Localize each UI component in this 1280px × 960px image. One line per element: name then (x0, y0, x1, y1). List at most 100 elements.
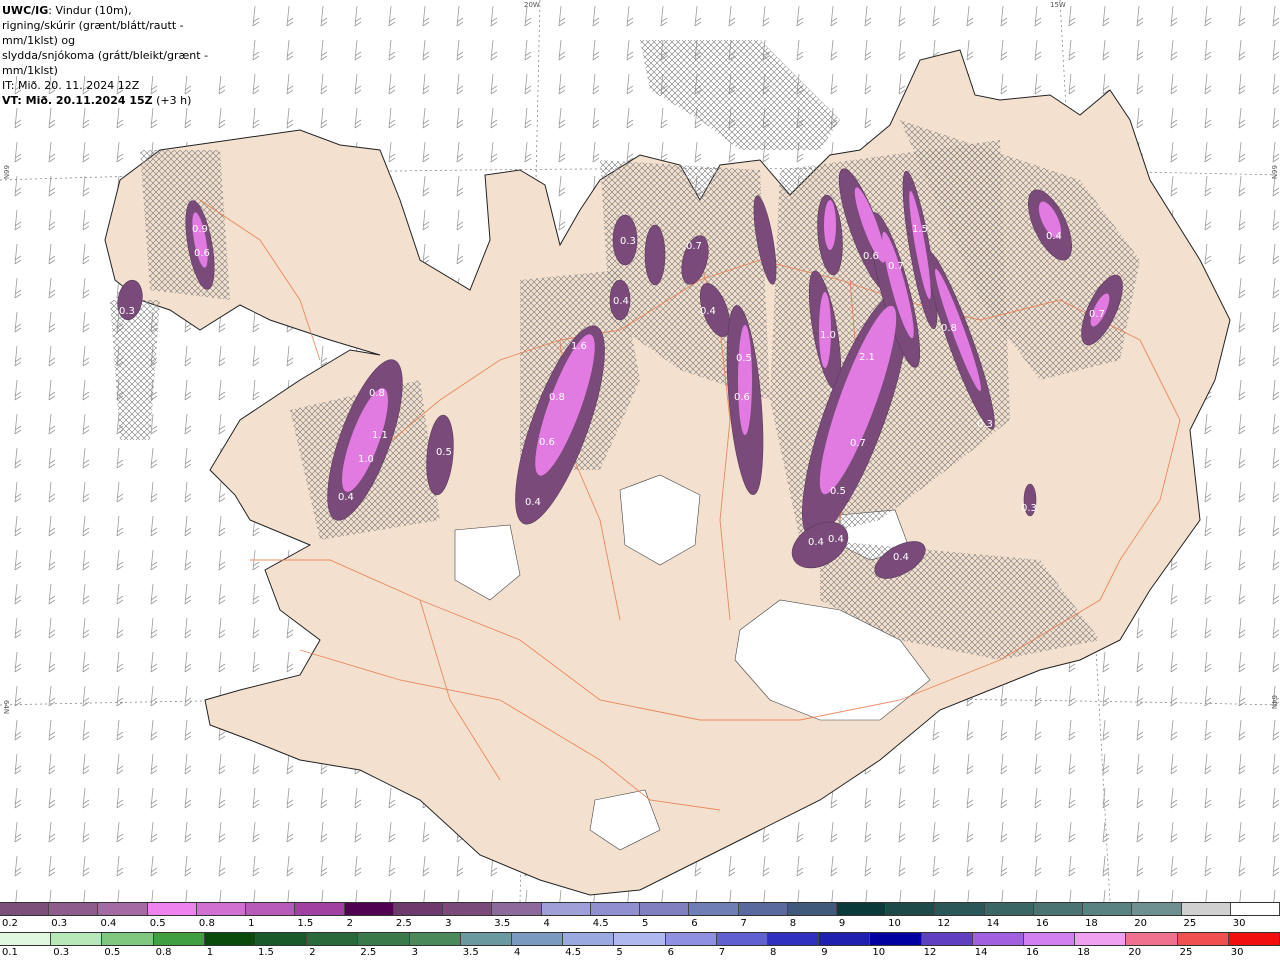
legend-label: 0.5 (104, 947, 121, 958)
legend-label: 6 (667, 947, 674, 958)
cell-label: 0.4 (700, 306, 716, 317)
cell-label: 0.6 (194, 248, 210, 259)
legend-swatch (98, 903, 148, 915)
cell-label: 0.4 (338, 492, 354, 503)
title-line-3: slydda/snjókoma (grátt/bleikt/grænt - mm… (2, 49, 209, 77)
cell-label: 2.1 (859, 352, 875, 363)
legend-swatch (409, 933, 461, 945)
legend-label: 0.3 (51, 918, 68, 929)
lat-label-66n-left: 66N (2, 165, 10, 180)
legend-swatch (393, 903, 444, 915)
cell-label: 0.8 (549, 392, 565, 403)
legend-swatch (590, 903, 641, 915)
legend-label: 0.5 (149, 918, 166, 929)
legend-swatch (51, 933, 103, 945)
legend-swatch (972, 933, 1025, 945)
lat-label-66n-right: 66N (1270, 165, 1278, 180)
cell-label: 0.7 (1089, 309, 1105, 320)
issue-time: IT: Mið. 20. 11. 2024 12Z (2, 79, 140, 92)
cell-label: 0.4 (1046, 231, 1062, 242)
legend-swatch (1083, 903, 1133, 915)
legend-label: 18 (1077, 947, 1090, 958)
cell-label: 0.3 (1021, 503, 1037, 514)
legend-swatch (563, 933, 615, 945)
legend-label: 8 (789, 918, 797, 929)
legend-swatch (1024, 933, 1076, 945)
legend-label: 1.5 (258, 947, 274, 958)
valid-time-line: VT: Mið. 20.11.2024 15Z (+3 h) (2, 93, 240, 108)
cell-label: 1.0 (820, 330, 836, 341)
legend-swatch (307, 933, 359, 945)
legend-swatch (1181, 903, 1231, 915)
legend-label: 4 (514, 947, 521, 958)
cell-label: 0.6 (539, 437, 555, 448)
legend-label: 2.5 (360, 947, 377, 958)
rain-color-scale (0, 932, 1280, 946)
cell-trollaskagi-2 (644, 224, 666, 286)
cell-label: 0.7 (686, 241, 702, 252)
legend-area: 0.2 0.3 0.4 0.5 0.8 1 1.5 2 2.5 3 3.5 4 4.5 5 6 7 8 9 10 12… (0, 902, 1280, 960)
legend-label: 18 (1085, 918, 1098, 929)
legend-swatch (460, 933, 513, 945)
cell-label: 0.7 (888, 261, 904, 272)
legend-swatch (640, 903, 690, 915)
legend-swatch (256, 933, 308, 945)
legend-label: 2 (309, 947, 316, 958)
legend-label: 25 (1179, 947, 1193, 958)
legend-label: 1 (248, 918, 255, 929)
legend-label: 10 (888, 918, 901, 929)
legend-label: 16 (1035, 918, 1049, 929)
legend-swatch (787, 903, 837, 915)
legend-swatch (921, 933, 973, 945)
lat-label-64n-left: 64N (2, 700, 10, 715)
legend-label: 7 (718, 947, 726, 958)
legend-swatch (614, 933, 666, 945)
legend-swatch (1177, 933, 1229, 945)
cell-label: 0.8 (941, 323, 957, 334)
legend-swatch (819, 933, 871, 945)
legend-swatch (1126, 933, 1178, 945)
legend-label: 12 (937, 918, 951, 929)
legend-label: 1.5 (297, 918, 314, 929)
legend-swatch (204, 933, 257, 945)
legend-label: 9 (821, 947, 828, 958)
lat-label-64n-right: 64N (1270, 695, 1278, 710)
legend-swatch (1230, 903, 1280, 915)
cell-label: 0.4 (828, 534, 844, 545)
legend-swatch (689, 903, 739, 915)
title-line-2: rigning/skúrir (grænt/blátt/rautt - mm/1… (2, 19, 184, 47)
legend-swatch (344, 903, 394, 915)
legend-label: 3 (445, 918, 452, 929)
legend-swatch (768, 933, 820, 945)
cell-label: 0.8 (369, 388, 385, 399)
legend-label: 0.2 (2, 918, 18, 929)
legend-swatch (836, 903, 887, 915)
legend-label: 14 (974, 947, 988, 958)
cell-label: 0.3 (620, 236, 636, 247)
cell-label: 0.6 (734, 392, 750, 403)
legend-label: 5 (616, 947, 623, 958)
legend-label: 7 (740, 918, 747, 929)
legend-swatch (984, 903, 1034, 915)
legend-swatch (492, 903, 542, 915)
weather-map: 0.3 0.9 0.6 0.8 1.1 1.0 0.4 0.5 1.6 0.8 … (0, 0, 1280, 902)
legend-label: 6 (691, 918, 698, 929)
cell-label: 0.6 (863, 251, 879, 262)
legend-label: 20 (1134, 918, 1148, 929)
legend-swatch (665, 933, 717, 945)
legend-swatch (246, 903, 296, 915)
valid-time: VT: Mið. 20.11.2024 15Z (2, 94, 153, 107)
map-title-box: UWC/IG: Vindur (10m), rigning/skúrir (gr… (0, 0, 240, 107)
legend-swatch (1075, 933, 1127, 945)
legend-label: 9 (838, 918, 846, 929)
legend-swatch (0, 933, 52, 945)
legend-swatch (102, 933, 154, 945)
legend-swatch (886, 903, 936, 915)
legend-label: 1 (206, 947, 214, 958)
lead-time: (+3 h) (152, 94, 192, 107)
snow-scale-labels: 0.2 0.3 0.4 0.5 0.8 1 1.5 2 2.5 3 3.5 4 4.5 5 6 7 8 9 10 12… (0, 918, 1280, 930)
legend-label: 3.5 (494, 918, 511, 929)
legend-label: 30 (1230, 947, 1244, 958)
cell-label: 0.5 (830, 486, 846, 497)
cell-label: 0.7 (850, 438, 866, 449)
